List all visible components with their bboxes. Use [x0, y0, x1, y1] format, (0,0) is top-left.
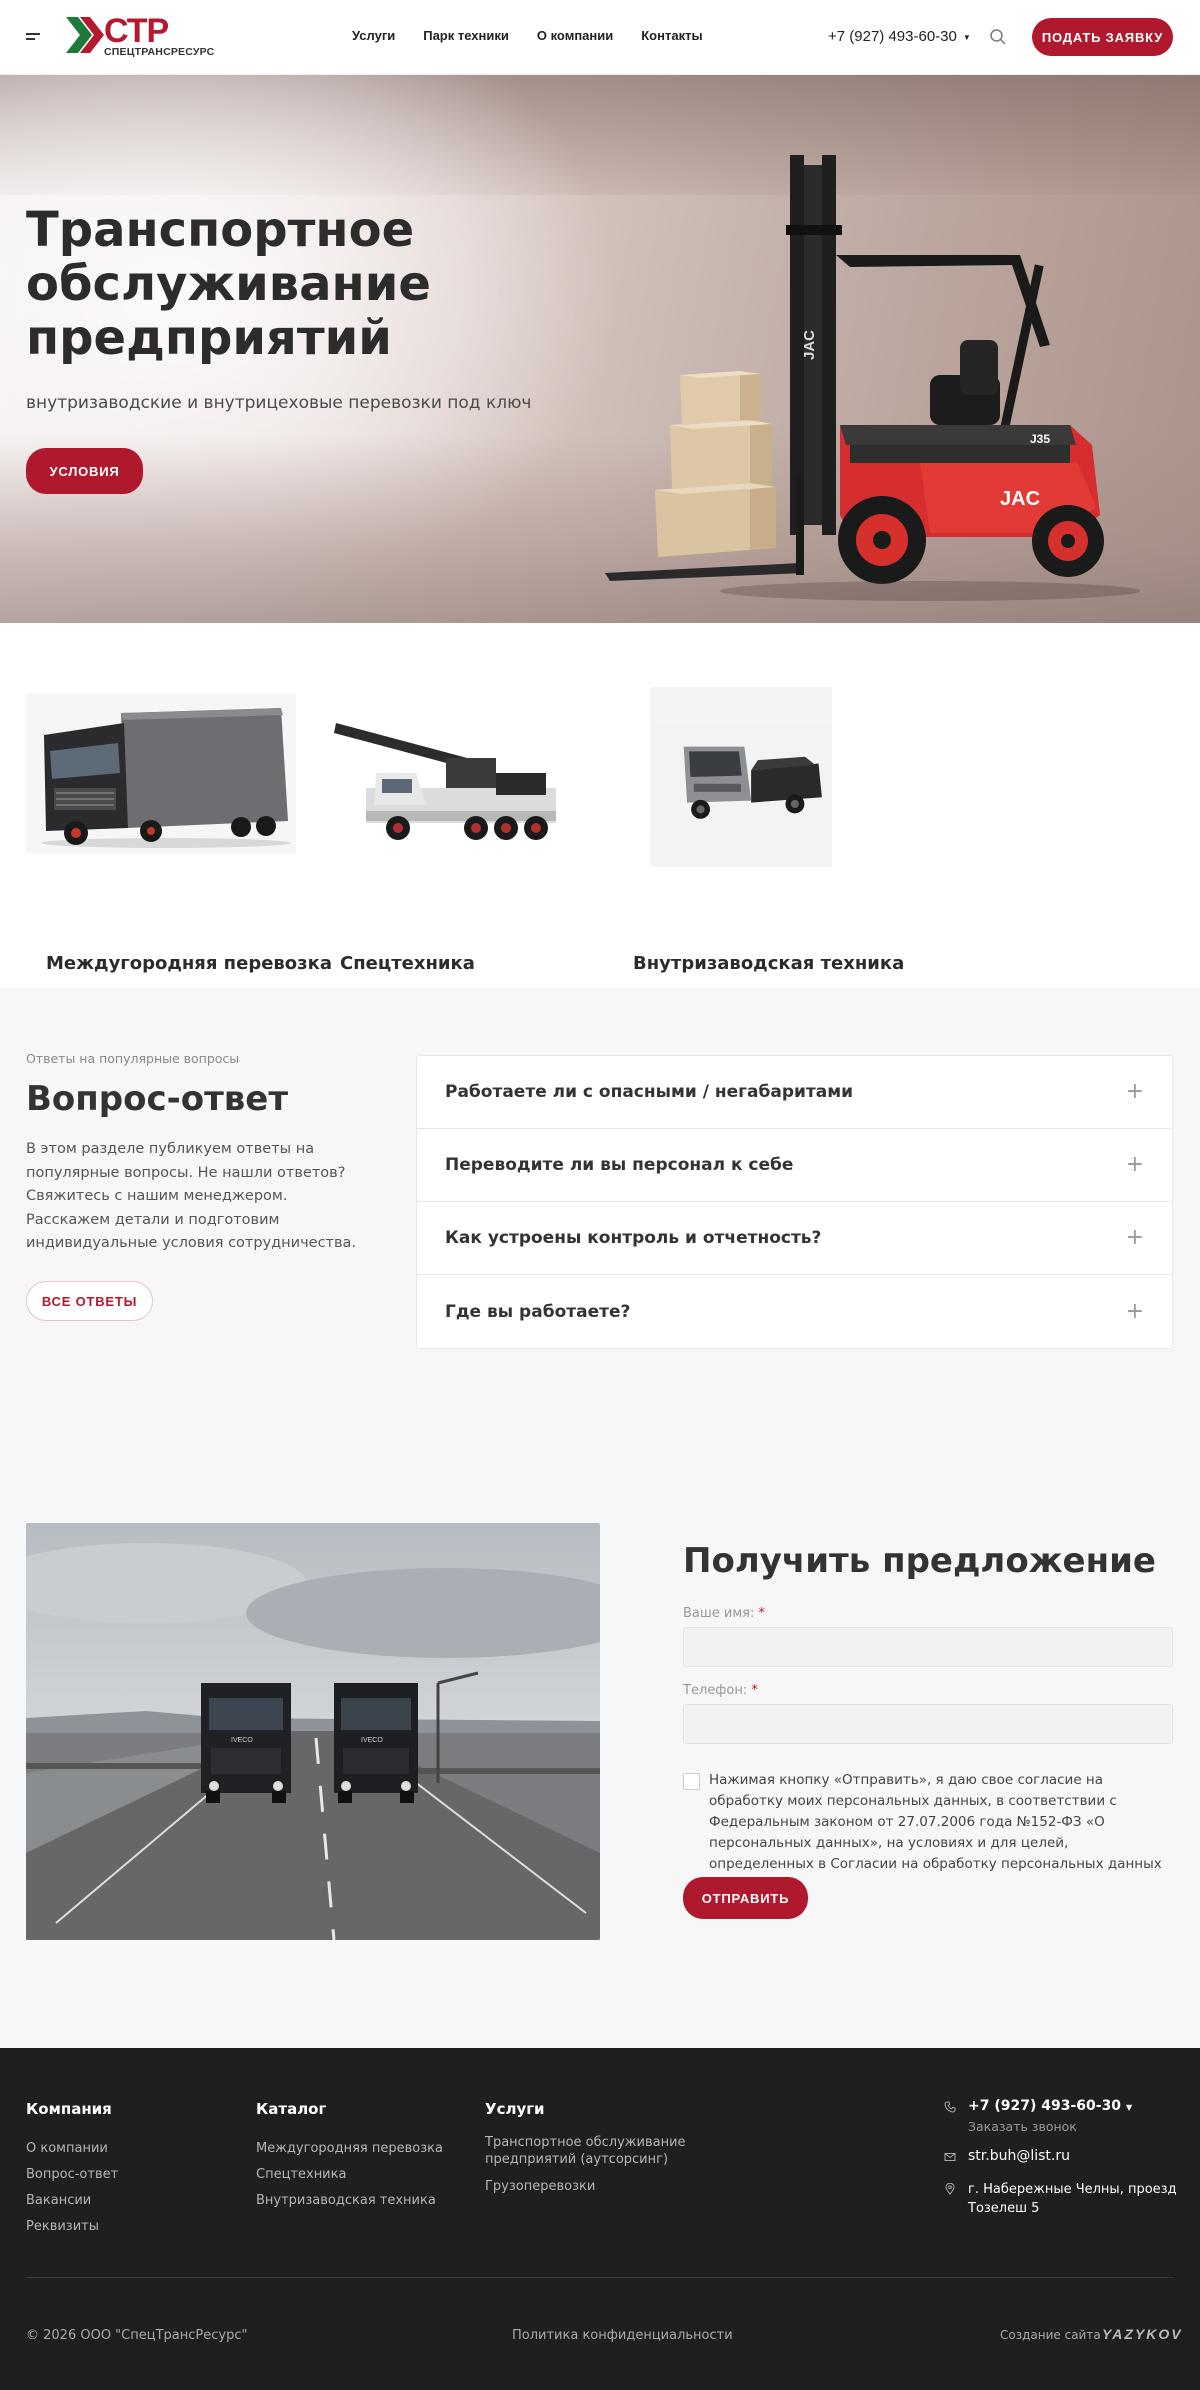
footer-link[interactable]: Грузоперевозки: [485, 2178, 595, 2195]
footer-link[interactable]: Вопрос-ответ: [26, 2166, 118, 2183]
site-footer: Компания О компании Вопрос-ответ Ваканси…: [0, 2048, 1200, 2390]
submit-request-button[interactable]: ПОДАТЬ ЗАЯВКУ: [1032, 18, 1173, 56]
faq-item[interactable]: Переводите ли вы персонал к себе +: [417, 1129, 1172, 1202]
tractor-image: [650, 687, 832, 867]
phone-label: Телефон: *: [683, 1683, 758, 1698]
footer-link[interactable]: Спецтехника: [256, 2166, 346, 2183]
menu-icon[interactable]: [26, 33, 40, 43]
faq-question[interactable]: Как устроены контроль и отчетность?: [445, 1228, 821, 1248]
required-mark: *: [751, 1683, 758, 1698]
crane-image: [326, 693, 596, 853]
faq-item[interactable]: Где вы работаете? +: [417, 1275, 1172, 1348]
chevron-down-icon[interactable]: ▼: [1126, 2103, 1132, 2112]
forklift-model: J35: [1030, 432, 1050, 446]
category-title[interactable]: Внутризаводская техника: [633, 953, 904, 974]
all-answers-button[interactable]: ВСЕ ОТВЕТЫ: [26, 1281, 153, 1321]
site-created-label: Создание сайта: [1000, 2328, 1101, 2342]
trucks-on-road-image: IVECO IVECO: [26, 1523, 600, 1940]
hero-banner: Транспортное обслуживание предприятий вн…: [0, 75, 1200, 623]
callback-link[interactable]: Заказать звонок: [968, 2119, 1077, 2134]
nav-item-contacts[interactable]: Контакты: [641, 28, 702, 43]
nav-item-about[interactable]: О компании: [537, 28, 613, 43]
footer-divider: [26, 2277, 1173, 2278]
footer-company-title: Компания: [26, 2100, 112, 2118]
send-button[interactable]: ОТПРАВИТЬ: [683, 1877, 808, 1919]
plus-icon[interactable]: +: [1126, 1081, 1144, 1103]
plus-icon[interactable]: +: [1126, 1300, 1144, 1323]
footer-link[interactable]: О компании: [26, 2140, 108, 2157]
name-label-text: Ваше имя:: [683, 1606, 755, 1621]
conditions-button[interactable]: УСЛОВИЯ: [26, 448, 143, 494]
truck-brand: IVECO: [361, 1737, 383, 1744]
footer-link[interactable]: Транспортное обслуживание предприятий (а…: [485, 2134, 695, 2168]
required-mark: *: [758, 1606, 766, 1621]
search-icon[interactable]: [989, 28, 1007, 46]
offer-title: Получить предложение: [683, 1541, 1156, 1581]
faq-accordion: Работаете ли с опасными / негабаритами +…: [416, 1055, 1173, 1349]
faq-item[interactable]: Работаете ли с опасными / негабаритами +: [417, 1056, 1172, 1129]
phone-field[interactable]: [683, 1704, 1173, 1744]
logo[interactable]: СТР СПЕЦТРАНСРЕСУРС: [66, 13, 216, 59]
chevron-down-icon[interactable]: ▼: [963, 33, 971, 42]
category-title[interactable]: Спецтехника: [340, 953, 475, 974]
footer-catalog-title: Каталог: [256, 2100, 327, 2118]
main-nav: Услуги Парк техники О компании Контакты: [352, 28, 703, 43]
plus-icon[interactable]: +: [1126, 1227, 1144, 1249]
header-phone[interactable]: +7 (927) 493-60-30 ▼: [828, 28, 971, 45]
faq-question[interactable]: Где вы работаете?: [445, 1302, 630, 1322]
forklift-body-brand: JAC: [1000, 488, 1040, 510]
location-icon: [945, 2183, 955, 2195]
footer-phone[interactable]: +7 (927) 493-60-30 ▼: [968, 2098, 1132, 2114]
privacy-policy-link[interactable]: Политика конфиденциальности: [512, 2328, 733, 2343]
copyright: © 2026 ООО "СпецТрансРесурс": [26, 2328, 248, 2343]
phone-label-text: Телефон:: [683, 1683, 748, 1698]
footer-link[interactable]: Вакансии: [26, 2192, 91, 2209]
name-field[interactable]: [683, 1627, 1173, 1667]
faq-pretitle: Ответы на популярные вопросы: [26, 1051, 240, 1066]
footer-link[interactable]: Междугородняя перевозка: [256, 2140, 443, 2157]
categories-section: Междугородняя перевозка Спецтехника Внут…: [0, 623, 1200, 988]
mail-icon: [944, 2153, 956, 2161]
consent-checkbox[interactable]: [683, 1773, 700, 1790]
developer-logo[interactable]: YAZYKOV: [1102, 2326, 1183, 2342]
truck-image: [26, 693, 296, 853]
faq-question[interactable]: Переводите ли вы персонал к себе: [445, 1155, 793, 1175]
name-label: Ваше имя: *: [683, 1606, 765, 1621]
nav-item-fleet[interactable]: Парк техники: [423, 28, 509, 43]
plus-icon[interactable]: +: [1126, 1154, 1144, 1176]
phone-icon: [944, 2101, 956, 2113]
faq-question[interactable]: Работаете ли с опасными / негабаритами: [445, 1082, 853, 1102]
forklift-mast-brand: JAC: [801, 330, 818, 360]
footer-address: г. Набережные Челны, проезд Тозелеш 5: [968, 2182, 1177, 2216]
header-phone-number[interactable]: +7 (927) 493-60-30: [828, 28, 957, 45]
footer-services-title: Услуги: [485, 2100, 545, 2118]
faq-item[interactable]: Как устроены контроль и отчетность? +: [417, 1202, 1172, 1275]
footer-link[interactable]: Внутризаводская техника: [256, 2192, 436, 2209]
faq-title: Вопрос-ответ: [26, 1079, 289, 1119]
category-title[interactable]: Междугородняя перевозка: [46, 953, 332, 974]
faq-description: В этом разделе публикуем ответы на попул…: [26, 1141, 357, 1251]
footer-link[interactable]: Реквизиты: [26, 2218, 99, 2235]
hero-subtitle: внутризаводские и внутрицеховые перевозк…: [26, 393, 532, 413]
hero-title: Транспортное обслуживание предприятий: [26, 202, 431, 366]
forklift-image: JAC JAC J35: [605, 155, 1140, 601]
nav-item-services[interactable]: Услуги: [352, 28, 395, 43]
site-header: СТР СПЕЦТРАНСРЕСУРС Услуги Парк техники …: [0, 0, 1200, 75]
truck-brand: IVECO: [231, 1737, 253, 1744]
footer-email[interactable]: str.buh@list.ru: [968, 2148, 1070, 2164]
footer-phone-number[interactable]: +7 (927) 493-60-30: [968, 2098, 1121, 2114]
logo-text: СТР: [104, 12, 169, 50]
consent-text: Нажимая кнопку «Отправить», я даю свое с…: [709, 1772, 1162, 1872]
logo-subtitle: СПЕЦТРАНСРЕСУРС: [104, 46, 215, 58]
